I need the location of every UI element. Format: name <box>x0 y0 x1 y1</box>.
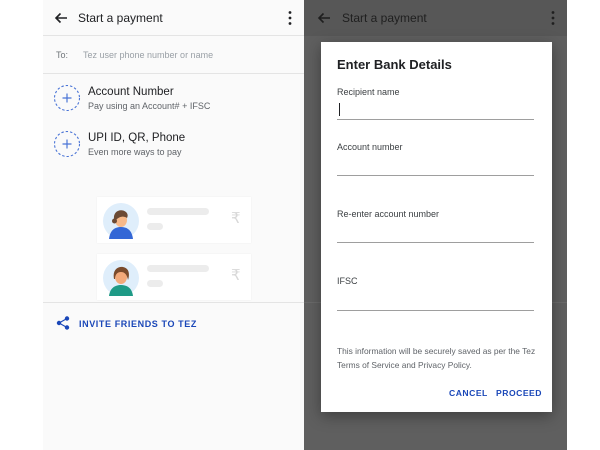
back-arrow-icon <box>317 12 330 24</box>
back-arrow-icon[interactable] <box>51 8 71 28</box>
option-title: UPI ID, QR, Phone <box>88 132 186 144</box>
option-subtitle: Even more ways to pay <box>88 147 182 157</box>
page-title: Start a payment <box>78 11 163 25</box>
cancel-button[interactable]: CANCEL <box>449 388 488 398</box>
reenter-account-number-label: Re-enter account number <box>337 209 440 219</box>
account-number-input[interactable] <box>337 156 534 176</box>
page-title: Start a payment <box>342 11 427 25</box>
privacy-info-text: This information will be securely saved … <box>337 346 536 370</box>
person-avatar-icon <box>103 203 139 239</box>
text-cursor <box>339 103 340 116</box>
rupee-icon: ₹ <box>231 267 241 284</box>
add-circle-icon <box>53 130 81 158</box>
placeholder-line <box>147 280 163 287</box>
placeholder-line <box>147 223 163 230</box>
more-vert-icon[interactable] <box>287 10 293 26</box>
placeholder-contact-card: ₹ <box>97 197 251 243</box>
ifsc-input[interactable] <box>337 291 534 311</box>
option-title: Account Number <box>88 86 174 98</box>
recipient-name-input[interactable] <box>337 100 534 120</box>
rupee-icon: ₹ <box>231 210 241 227</box>
dialog-title: Enter Bank Details <box>337 57 452 72</box>
recipient-search-input[interactable] <box>83 46 293 64</box>
invite-friends-label: INVITE FRIENDS TO TEZ <box>79 319 197 329</box>
ifsc-label: IFSC <box>337 276 358 286</box>
outer-margin-left <box>0 0 43 450</box>
app-bar: Start a payment <box>304 0 567 36</box>
outer-margin-right <box>567 0 600 450</box>
account-number-option[interactable]: Account Number Pay using an Account# + I… <box>43 82 304 122</box>
recipient-search-row: To: <box>43 37 304 74</box>
person-avatar-icon <box>103 260 139 296</box>
placeholder-line <box>147 265 209 272</box>
share-icon <box>56 316 70 330</box>
reenter-account-number-input[interactable] <box>337 223 534 243</box>
app-bar: Start a payment <box>43 0 304 36</box>
placeholder-line <box>147 208 209 215</box>
option-subtitle: Pay using an Account# + IFSC <box>88 101 211 111</box>
proceed-button[interactable]: PROCEED <box>496 388 542 398</box>
upi-qr-phone-option[interactable]: UPI ID, QR, Phone Even more ways to pay <box>43 128 304 168</box>
add-circle-icon <box>53 84 81 112</box>
more-vert-icon <box>551 11 555 25</box>
account-number-label: Account number <box>337 142 403 152</box>
recipient-name-label: Recipient name <box>337 87 400 97</box>
invite-friends-button[interactable]: INVITE FRIENDS TO TEZ <box>43 302 304 344</box>
payment-screen: Start a payment To: Account Number Pay u… <box>43 0 304 450</box>
bank-details-dialog: Enter Bank Details Recipient name Accoun… <box>321 42 552 412</box>
placeholder-contact-card: ₹ <box>97 254 251 300</box>
to-label: To: <box>56 50 69 60</box>
